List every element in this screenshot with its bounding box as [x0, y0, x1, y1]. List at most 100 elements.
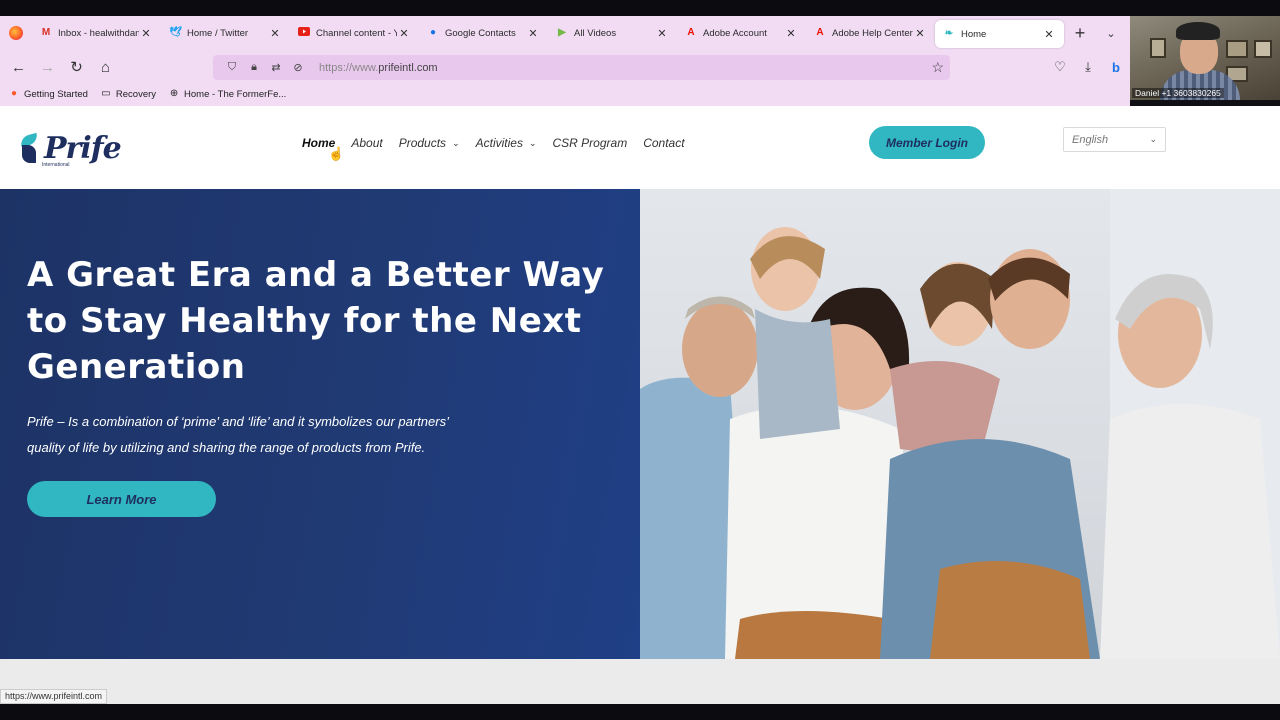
rumble-icon: ▶: [558, 27, 566, 38]
wall-frame: [1226, 40, 1248, 58]
adobe-icon: A: [687, 27, 695, 38]
nav-label: Activities: [475, 136, 523, 150]
url-scheme: https://www.: [319, 61, 379, 74]
back-button[interactable]: ←: [4, 59, 33, 76]
firefox-menu-icon[interactable]: [0, 16, 32, 50]
hero-text-panel: A Great Era and a Better Way to Stay Hea…: [0, 189, 640, 659]
nav-contact[interactable]: Contact: [643, 136, 684, 150]
bing-icon[interactable]: b: [1102, 60, 1130, 75]
webcam-overlay: Daniel +1 3603830265: [1130, 16, 1280, 100]
url-text[interactable]: https://www.prifeintl.com: [319, 62, 438, 74]
hero-title: A Great Era and a Better Way to Stay Hea…: [27, 255, 605, 387]
browser-chrome: M Inbox - healwithdan ✕ 🕊 Home / Twitter…: [0, 16, 1130, 106]
prife-icon: ❧: [944, 28, 954, 39]
tab-label: Home / Twitter: [187, 27, 249, 39]
chevron-down-icon: ⌄: [528, 137, 537, 148]
tab-youtube[interactable]: Channel content - Yo ✕: [290, 16, 419, 50]
tab-label: Adobe Help Center: [832, 27, 913, 39]
tab-twitter[interactable]: 🕊 Home / Twitter ✕: [161, 16, 290, 50]
permissions-icon[interactable]: ⇄: [265, 61, 287, 74]
close-tab-icon[interactable]: ✕: [139, 27, 153, 40]
youtube-icon: [298, 27, 310, 39]
nav-label: About: [351, 136, 383, 150]
toolbar-right: ♡ ⤓ b: [1046, 52, 1130, 82]
nav-label: Products: [398, 136, 447, 150]
new-tab-button[interactable]: +: [1064, 23, 1096, 44]
home-button[interactable]: ⌂: [91, 59, 120, 76]
bookmark-formerfe[interactable]: ⊕ Home - The FormerFe...: [168, 88, 286, 100]
bookmark-label: Home - The FormerFe...: [184, 88, 287, 100]
chevron-down-icon: ⌄: [1149, 134, 1157, 144]
tab-adobe-help[interactable]: A Adobe Help Center ✕: [806, 16, 935, 50]
tracking-icon[interactable]: ⊘: [287, 61, 309, 74]
tab-label: Home: [961, 28, 987, 40]
language-select[interactable]: English ⌄: [1063, 127, 1166, 152]
family-photo-illustration: [640, 189, 1280, 659]
prife-logo[interactable]: Prife International: [20, 128, 122, 168]
wall-frame: [1150, 38, 1166, 58]
learn-more-button[interactable]: Learn More: [27, 481, 216, 517]
firefox-icon: ●: [10, 88, 18, 99]
tab-home-active[interactable]: ❧ Home ✕: [935, 20, 1064, 48]
language-value: English: [1072, 133, 1109, 146]
link-status-bar: https://www.prifeintl.com: [0, 689, 108, 704]
folder-icon: ▭: [101, 88, 111, 99]
list-all-tabs-icon[interactable]: ⌄: [1096, 27, 1126, 40]
contacts-icon: ●: [429, 27, 437, 38]
tab-adobe-account[interactable]: A Adobe Account ✕: [677, 16, 806, 50]
close-tab-icon[interactable]: ✕: [397, 27, 411, 40]
address-bar[interactable]: ⛉ 🔒︎ ⇄ ⊘ https://www.prifeintl.com ☆: [213, 55, 950, 80]
tab-label: All Videos: [574, 27, 617, 39]
pocket-icon[interactable]: ♡: [1046, 59, 1074, 75]
webcam-person-cap: [1176, 22, 1220, 40]
close-tab-icon[interactable]: ✕: [1042, 28, 1056, 41]
close-tab-icon[interactable]: ✕: [784, 27, 798, 40]
downloads-icon[interactable]: ⤓: [1074, 59, 1102, 75]
nav-label: CSR Program: [552, 136, 628, 150]
nav-about[interactable]: About: [351, 136, 382, 150]
bookmark-recovery[interactable]: ▭ Recovery: [100, 88, 156, 100]
tab-all-videos[interactable]: ▶ All Videos ✕: [548, 16, 677, 50]
twitter-icon: 🕊: [169, 27, 182, 38]
webpage: Prife International Home About Products ⌄…: [0, 106, 1280, 704]
member-login-button[interactable]: Member Login: [869, 126, 985, 159]
screen-top-bar: [0, 0, 1280, 16]
forward-button[interactable]: →: [33, 59, 62, 76]
bookmark-label: Getting Started: [24, 88, 88, 100]
logo-text: Prife: [44, 130, 122, 166]
tab-label: Inbox - healwithdan: [58, 27, 139, 39]
nav-products[interactable]: Products ⌄: [399, 136, 460, 150]
tab-label: Adobe Account: [703, 27, 767, 39]
close-tab-icon[interactable]: ✕: [268, 27, 282, 40]
hero-family-photo: [640, 189, 1280, 659]
screen-bottom-bar: [0, 704, 1280, 720]
navigation-toolbar: ← → ↻ ⌂ ⛉ 🔒︎ ⇄ ⊘ https://www.prifeintl.c…: [0, 52, 1130, 82]
nav-label: Contact: [643, 136, 685, 150]
gmail-icon: M: [41, 27, 51, 38]
reload-button[interactable]: ↻: [62, 58, 91, 76]
close-tab-icon[interactable]: ✕: [655, 27, 669, 40]
chevron-down-icon: ⌄: [452, 137, 460, 148]
hero-description: Prife – Is a combination of ‘prime’ and …: [27, 414, 449, 455]
wall-frame: [1254, 40, 1272, 58]
tab-strip: M Inbox - healwithdan ✕ 🕊 Home / Twitter…: [0, 16, 1130, 50]
globe-icon: ⊕: [169, 88, 179, 99]
lock-icon[interactable]: 🔒︎: [243, 61, 265, 74]
bookmark-getting-started[interactable]: ● Getting Started: [8, 88, 88, 100]
bookmarks-toolbar: ● Getting Started ▭ Recovery ⊕ Home - Th…: [0, 84, 1130, 104]
next-section: [0, 659, 1280, 704]
nav-activities[interactable]: Activities ⌄: [476, 136, 537, 150]
bookmark-label: Recovery: [115, 88, 157, 100]
logo-subtext: International: [42, 162, 70, 168]
nav-csr-program[interactable]: CSR Program: [553, 136, 628, 150]
close-tab-icon[interactable]: ✕: [526, 27, 540, 40]
shield-icon[interactable]: ⛉: [221, 61, 243, 74]
bookmark-star-icon[interactable]: ☆: [931, 59, 944, 76]
close-tab-icon[interactable]: ✕: [913, 27, 927, 40]
leaf-logo-icon: [20, 133, 42, 163]
webcam-caption: Daniel +1 3603830265: [1132, 88, 1224, 98]
tab-google-contacts[interactable]: ● Google Contacts ✕: [419, 16, 548, 50]
tab-gmail[interactable]: M Inbox - healwithdan ✕: [32, 16, 161, 50]
mouse-pointer-icon: ☝: [328, 146, 345, 161]
adobe-icon: A: [816, 27, 824, 38]
